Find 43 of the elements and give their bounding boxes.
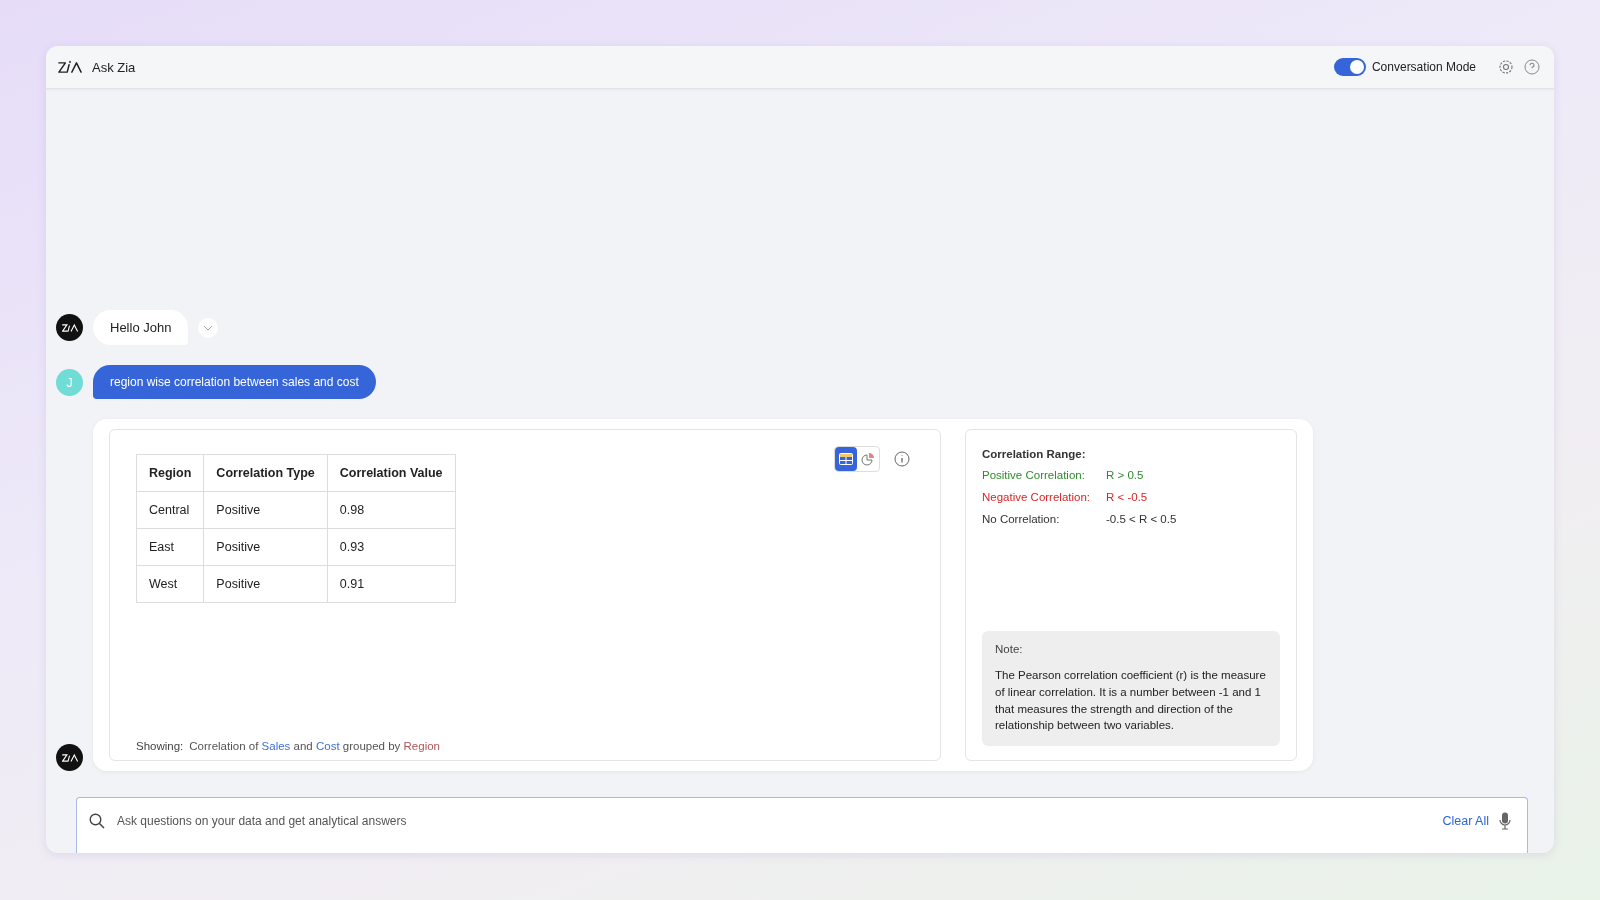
message-bubble: Hello John (93, 310, 189, 345)
table-cell: 0.93 (327, 528, 456, 566)
table-cell: East (136, 528, 204, 566)
showing-label: Showing: (136, 740, 184, 752)
table-icon (839, 453, 853, 465)
range-title: Correlation Range: (982, 448, 1087, 460)
zia-avatar-icon (56, 314, 83, 341)
table-cell: Positive (203, 528, 328, 566)
note-text: The Pearson correlation coefficient (r) is the measure of linear correlation. It is a number between -1 and 1 that measures the strength and direction of the relationship between two variables. (995, 668, 1267, 734)
table-view-button[interactable] (835, 447, 857, 471)
chevron-down-icon (203, 324, 214, 331)
table-cell: Central (136, 491, 204, 529)
table-cell: Positive (203, 565, 328, 603)
window-title: Ask Zia (92, 59, 136, 75)
zia-logo-icon (58, 59, 82, 75)
column-header: Region (136, 454, 204, 492)
query-description: Correlation of Sales and Cost grouped by Region (189, 740, 440, 752)
toggle-label: Conversation Mode (1371, 60, 1476, 74)
user-avatar: J (56, 368, 83, 396)
table-cell: Positive (203, 491, 328, 529)
column-header: Correlation Type (203, 454, 328, 492)
zia-avatar-icon (56, 744, 83, 771)
table-cell: 0.98 (327, 491, 456, 529)
range-value: R < -0.5 (1106, 491, 1148, 503)
message-bubble: region wise correlation between sales and cost (93, 365, 376, 399)
settings-icon[interactable] (1498, 59, 1514, 75)
pie-chart-icon (861, 452, 875, 466)
toggle-switch[interactable] (1333, 58, 1366, 76)
table-cell: 0.91 (327, 565, 456, 603)
note-title: Note: (995, 643, 1024, 656)
question-input-field[interactable]: Ask questions on your data and get analytical answers Clear All (76, 797, 1528, 853)
clear-all-button[interactable]: Clear All (1442, 813, 1489, 828)
range-label: No Correlation: (982, 513, 1061, 525)
range-label: Negative Correlation: (982, 491, 1092, 503)
microphone-icon[interactable] (1499, 811, 1511, 830)
range-label: Positive Correlation: (982, 469, 1086, 481)
search-icon (89, 812, 105, 829)
table-cell: West (136, 565, 204, 603)
help-icon[interactable] (1524, 59, 1540, 75)
column-header: Correlation Value (327, 454, 456, 492)
range-value: -0.5 < R < 0.5 (1106, 513, 1177, 525)
info-icon[interactable] (894, 451, 910, 467)
range-value: R > 0.5 (1106, 469, 1144, 481)
